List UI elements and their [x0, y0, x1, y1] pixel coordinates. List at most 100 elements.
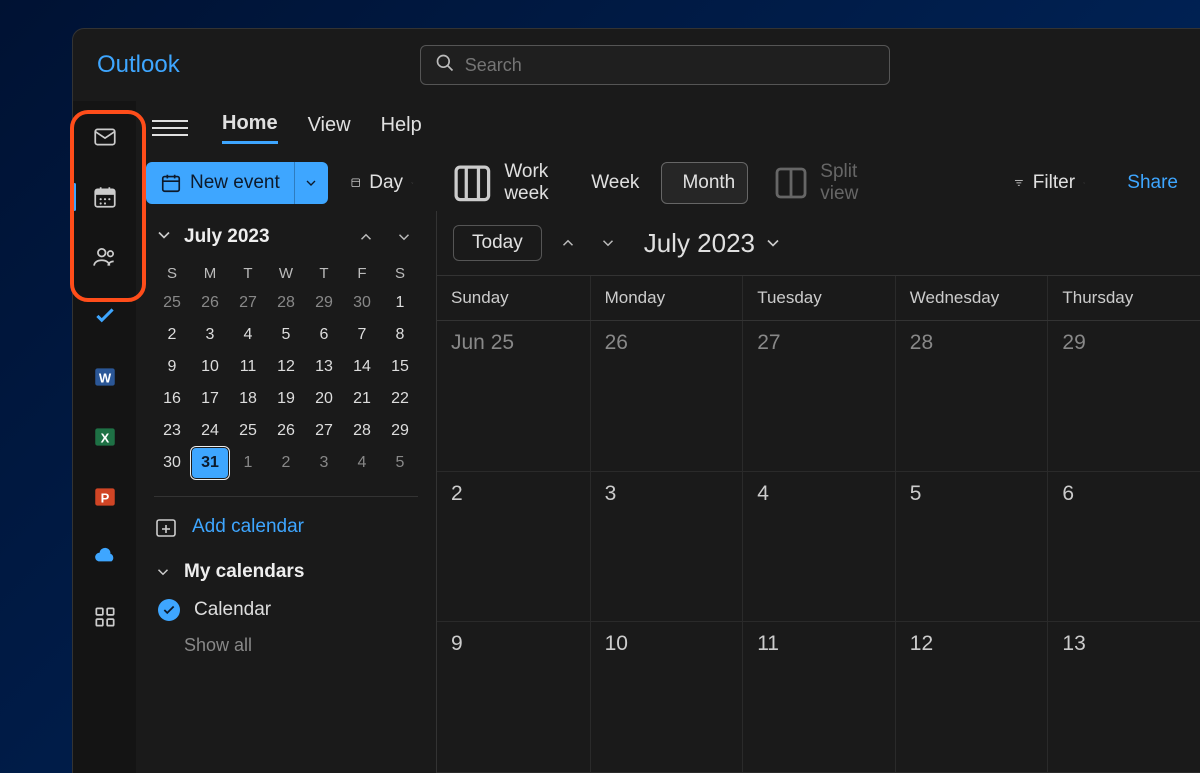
mini-day[interactable]: 29: [382, 416, 418, 446]
mini-day[interactable]: 7: [344, 320, 380, 350]
mini-day[interactable]: 12: [268, 352, 304, 382]
search-icon: [435, 53, 455, 78]
mini-day[interactable]: 8: [382, 320, 418, 350]
tab-help[interactable]: Help: [381, 114, 422, 143]
app-title: Outlook: [97, 51, 180, 79]
day-cell[interactable]: 13: [1047, 622, 1200, 773]
today-button[interactable]: Today: [453, 225, 542, 261]
mini-day[interactable]: 5: [382, 448, 418, 478]
day-cell[interactable]: 2: [437, 472, 590, 623]
mini-next[interactable]: [390, 223, 418, 251]
day-view-button[interactable]: Day: [338, 162, 426, 204]
weekday-col: Wednesday: [895, 276, 1048, 320]
mini-day[interactable]: 10: [192, 352, 228, 382]
calendar-icon[interactable]: [81, 173, 129, 221]
month-picker[interactable]: July 2023: [644, 228, 783, 259]
hamburger-icon[interactable]: [152, 120, 188, 136]
mini-day[interactable]: 1: [382, 288, 418, 318]
mini-day[interactable]: 23: [154, 416, 190, 446]
onedrive-icon[interactable]: [81, 533, 129, 581]
mini-day[interactable]: 28: [268, 288, 304, 318]
mini-day[interactable]: 1: [230, 448, 266, 478]
mini-day[interactable]: 25: [230, 416, 266, 446]
add-calendar-button[interactable]: Add calendar: [154, 515, 418, 539]
mini-day[interactable]: 9: [154, 352, 190, 382]
mini-day[interactable]: 15: [382, 352, 418, 382]
left-rail: W X P: [73, 101, 136, 773]
mini-toggle[interactable]: [154, 225, 174, 250]
search-input[interactable]: [465, 55, 875, 76]
calendar-item[interactable]: Calendar: [158, 599, 418, 621]
mini-day[interactable]: 20: [306, 384, 342, 414]
mail-icon[interactable]: [81, 113, 129, 161]
mini-day[interactable]: 5: [268, 320, 304, 350]
day-cell[interactable]: 28: [895, 321, 1048, 472]
mini-day[interactable]: 13: [306, 352, 342, 382]
day-cell[interactable]: 29: [1047, 321, 1200, 472]
day-cell[interactable]: Jun 25: [437, 321, 590, 472]
mini-day[interactable]: 16: [154, 384, 190, 414]
mini-day[interactable]: 2: [154, 320, 190, 350]
mini-day[interactable]: 30: [154, 448, 190, 478]
share-button[interactable]: Share: [1107, 162, 1190, 204]
mini-prev[interactable]: [352, 223, 380, 251]
mini-day[interactable]: 30: [344, 288, 380, 318]
mini-day[interactable]: 21: [344, 384, 380, 414]
tab-view[interactable]: View: [308, 114, 351, 143]
apps-icon[interactable]: [81, 593, 129, 641]
mini-day[interactable]: 6: [306, 320, 342, 350]
mini-dow: F: [344, 261, 380, 286]
excel-icon[interactable]: X: [81, 413, 129, 461]
day-cell[interactable]: 10: [590, 622, 743, 773]
day-cell[interactable]: 27: [742, 321, 895, 472]
mini-day[interactable]: 26: [268, 416, 304, 446]
day-cell[interactable]: 3: [590, 472, 743, 623]
show-all-link[interactable]: Show all: [184, 635, 418, 656]
day-cell[interactable]: 4: [742, 472, 895, 623]
people-icon[interactable]: [81, 233, 129, 281]
mini-day[interactable]: 26: [192, 288, 228, 318]
mini-day[interactable]: 28: [344, 416, 380, 446]
powerpoint-icon[interactable]: P: [81, 473, 129, 521]
day-cell[interactable]: 26: [590, 321, 743, 472]
mini-day[interactable]: 27: [306, 416, 342, 446]
my-calendars-group[interactable]: My calendars: [154, 561, 418, 583]
mini-day[interactable]: 17: [192, 384, 228, 414]
mini-calendar: SMTWTFS252627282930123456789101112131415…: [154, 261, 418, 478]
search-box[interactable]: [420, 45, 890, 85]
mini-day[interactable]: 4: [344, 448, 380, 478]
day-cell[interactable]: 12: [895, 622, 1048, 773]
filter-button[interactable]: Filter: [1001, 162, 1097, 204]
mini-day[interactable]: 14: [344, 352, 380, 382]
mini-day[interactable]: 4: [230, 320, 266, 350]
mini-day[interactable]: 25: [154, 288, 190, 318]
mini-day[interactable]: 11: [230, 352, 266, 382]
mini-day[interactable]: 18: [230, 384, 266, 414]
workweek-view-button[interactable]: Work week: [436, 162, 562, 204]
prev-period[interactable]: [554, 229, 582, 257]
mini-day[interactable]: 27: [230, 288, 266, 318]
mini-month-label: July 2023: [184, 226, 342, 248]
day-cell[interactable]: 9: [437, 622, 590, 773]
mini-day[interactable]: 3: [192, 320, 228, 350]
day-cell[interactable]: 5: [895, 472, 1048, 623]
next-period[interactable]: [594, 229, 622, 257]
mini-day[interactable]: 24: [192, 416, 228, 446]
mini-day[interactable]: 29: [306, 288, 342, 318]
mini-day[interactable]: 2: [268, 448, 304, 478]
new-event-split: New event: [146, 162, 328, 204]
todo-icon[interactable]: [81, 293, 129, 341]
calendar-view: Today July 2023 SundayMondayTuesdayWedne…: [436, 211, 1200, 773]
mini-day[interactable]: 19: [268, 384, 304, 414]
day-cell[interactable]: 6: [1047, 472, 1200, 623]
day-cell[interactable]: 11: [742, 622, 895, 773]
new-event-dropdown[interactable]: [294, 162, 328, 204]
mini-day[interactable]: 3: [306, 448, 342, 478]
new-event-button[interactable]: New event: [146, 162, 294, 204]
word-icon[interactable]: W: [81, 353, 129, 401]
tab-home[interactable]: Home: [222, 112, 278, 144]
mini-day[interactable]: 22: [382, 384, 418, 414]
week-view-button[interactable]: Week: [571, 162, 651, 204]
month-view-button[interactable]: Month: [661, 162, 748, 204]
mini-day[interactable]: 31: [192, 448, 228, 478]
